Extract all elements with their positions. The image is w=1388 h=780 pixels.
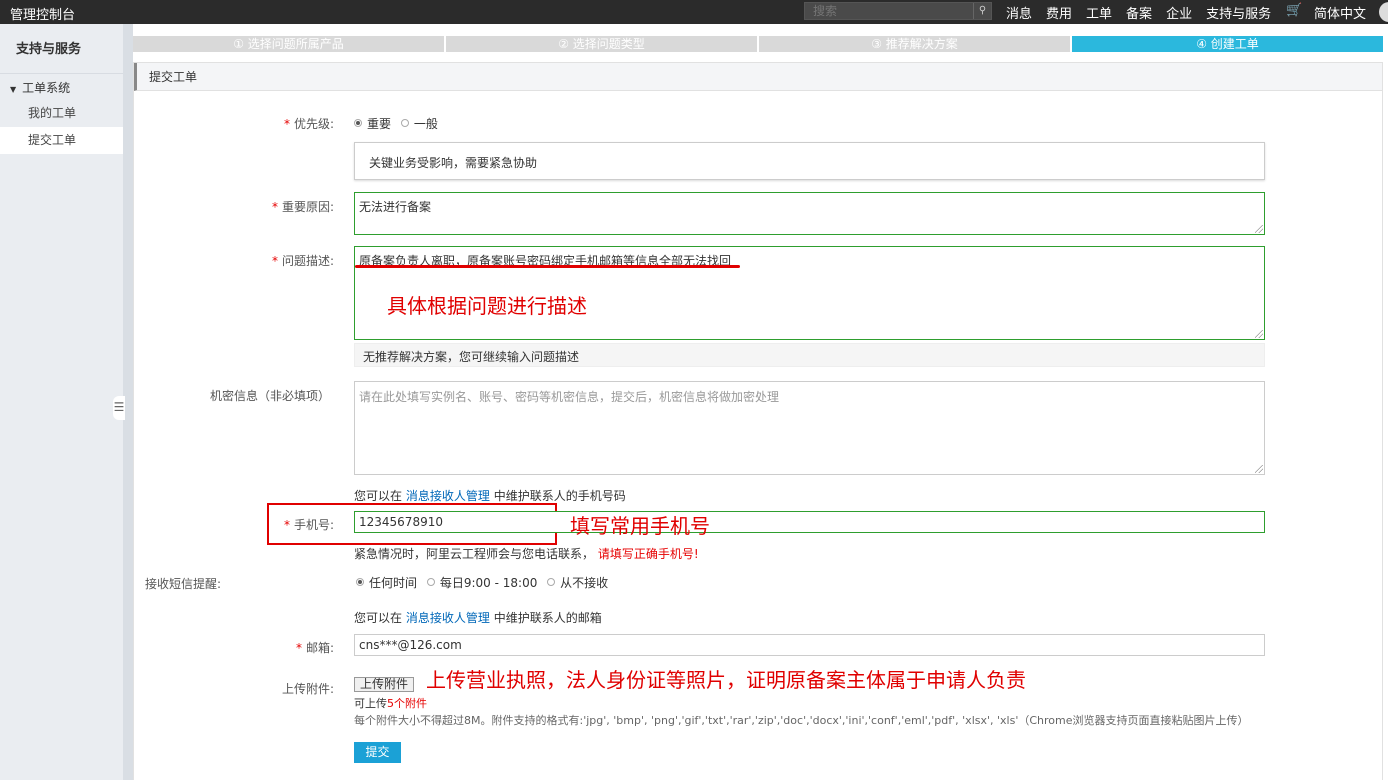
nav-support[interactable]: 支持与服务: [1206, 3, 1271, 22]
top-nav: 消息 费用 工单 备案 企业 支持与服务: [1006, 3, 1285, 22]
sidebar: 支持与服务 ▼ 工单系统 我的工单 提交工单: [0, 24, 123, 780]
sidebar-item-submit-ticket[interactable]: 提交工单: [0, 127, 123, 154]
console-brand[interactable]: 管理控制台: [10, 4, 75, 23]
priority-label: * 优先级:: [283, 117, 334, 131]
priority-hint: 关键业务受影响，需要紧急协助: [354, 142, 1265, 180]
phone-pre-note: 您可以在 消息接收人管理 中维护联系人的手机号码: [354, 489, 626, 503]
resize-handle-icon[interactable]: [1255, 330, 1263, 338]
secret-label: 机密信息（非必填项）: [209, 389, 330, 403]
description-label: * 问题描述:: [271, 254, 334, 268]
nav-tickets[interactable]: 工单: [1086, 3, 1112, 22]
step-select-product: ① 选择问题所属产品: [133, 36, 444, 52]
caret-down-icon: ▼: [10, 85, 17, 94]
panel-title: 提交工单: [134, 63, 1382, 91]
step-recommend: ③ 推荐解决方案: [759, 36, 1070, 52]
search-box[interactable]: ⚲: [804, 2, 992, 20]
search-icon[interactable]: ⚲: [973, 3, 991, 19]
phone-label: * 手机号:: [283, 518, 334, 532]
avatar[interactable]: [1379, 2, 1388, 22]
email-input[interactable]: cns***@126.com: [354, 634, 1265, 656]
language-switch[interactable]: 简体中文: [1314, 3, 1366, 22]
secret-placeholder: 请在此处填写实例名、账号、密码等机密信息，提交后，机密信息将做加密处理: [359, 390, 780, 404]
reason-textarea[interactable]: 无法进行备案: [354, 192, 1265, 235]
resize-handle-icon[interactable]: [1255, 225, 1263, 233]
email-label: * 邮箱:: [295, 641, 334, 655]
phone-input[interactable]: 12345678910: [354, 511, 1265, 533]
top-bar: 管理控制台 ⚲ 消息 费用 工单 备案 企业 支持与服务 🛒 简体中文: [0, 0, 1388, 24]
phone-post-note: 紧急情况时，阿里云工程师会与您电话联系， 请填写正确手机号!: [354, 547, 699, 561]
sms-label: 接收短信提醒:: [145, 577, 222, 591]
resize-handle-icon[interactable]: [1255, 465, 1263, 473]
reason-value: 无法进行备案: [359, 200, 432, 214]
submit-button[interactable]: 提交: [354, 742, 401, 763]
upload-button[interactable]: 上传附件: [354, 677, 414, 692]
collapse-sidebar-icon[interactable]: ☰: [113, 396, 125, 420]
nav-icp[interactable]: 备案: [1126, 3, 1152, 22]
step-select-type: ② 选择问题类型: [446, 36, 757, 52]
priority-important-radio[interactable]: 重要: [354, 117, 391, 131]
step-create-ticket: ④ 创建工单: [1072, 36, 1383, 52]
email-pre-note: 您可以在 消息接收人管理 中维护联系人的邮箱: [354, 611, 602, 625]
reason-label: * 重要原因:: [271, 200, 334, 214]
search-input[interactable]: [805, 3, 973, 19]
cart-icon[interactable]: 🛒: [1286, 3, 1302, 18]
sms-never-radio[interactable]: 从不接收: [547, 576, 608, 590]
nav-enterprise[interactable]: 企业: [1166, 3, 1192, 22]
sms-daytime-radio[interactable]: 每日9:00 - 18:00: [426, 576, 537, 590]
sidebar-title: 支持与服务: [0, 24, 123, 74]
sms-anytime-radio[interactable]: 任何时间: [356, 576, 417, 590]
nav-messages[interactable]: 消息: [1006, 3, 1032, 22]
priority-options: 重要 一般: [354, 115, 438, 132]
upload-annotation: 上传营业执照，法人身份证等照片，证明原备案主体属于申请人负责: [426, 668, 1026, 692]
description-annotation: 具体根据问题进行描述: [387, 294, 587, 318]
sidebar-item-my-tickets[interactable]: 我的工单: [0, 100, 123, 127]
upload-rules: 每个附件大小不得超过8M。附件支持的格式有:'jpg', 'bmp', 'png…: [354, 714, 1249, 727]
nav-billing[interactable]: 费用: [1046, 3, 1072, 22]
sidebar-group-ticket-system[interactable]: ▼ 工单系统: [0, 74, 123, 100]
sms-options: 任何时间 每日9:00 - 18:00 从不接收: [356, 574, 608, 591]
sidebar-group-label: 工单系统: [22, 81, 71, 95]
upload-limit: 可上传5个附件: [354, 697, 427, 710]
description-underline-annotation: [355, 265, 740, 268]
recommendation-note: 无推荐解决方案，您可继续输入问题描述: [354, 343, 1265, 367]
recipient-management-link[interactable]: 消息接收人管理: [406, 611, 490, 625]
upload-label: 上传附件:: [281, 682, 334, 696]
secret-textarea[interactable]: 请在此处填写实例名、账号、密码等机密信息，提交后，机密信息将做加密处理: [354, 381, 1265, 475]
priority-normal-radio[interactable]: 一般: [400, 117, 438, 131]
phone-annotation: 填写常用手机号: [570, 514, 710, 538]
step-progress: ① 选择问题所属产品 ② 选择问题类型 ③ 推荐解决方案 ④ 创建工单: [133, 36, 1383, 52]
recipient-management-link[interactable]: 消息接收人管理: [406, 489, 490, 503]
